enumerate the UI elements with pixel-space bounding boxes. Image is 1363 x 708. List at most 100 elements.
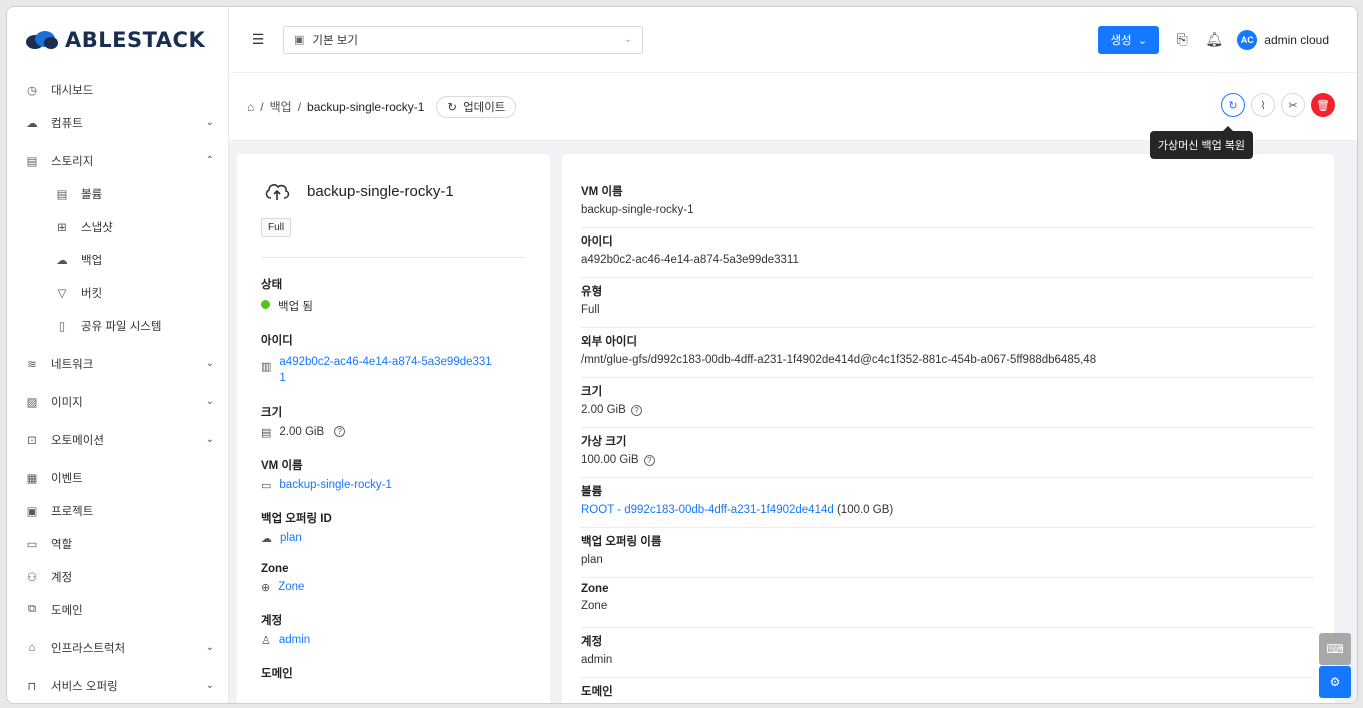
delete-button[interactable]: 🗑︎ — [1311, 93, 1335, 117]
paperclip-icon: ⌇ — [1260, 99, 1266, 112]
account-link[interactable]: admin — [279, 634, 310, 646]
chevron-down-icon: ⌄ — [1137, 34, 1148, 47]
sidebar-item-service-offering[interactable]: ⊓ 서비스 오퍼링 ⌄ — [7, 669, 228, 702]
logo[interactable]: ABLESTACK — [7, 7, 228, 73]
sidebar-item-snapshot[interactable]: ⊞ 스냅샷 — [7, 210, 228, 243]
team-icon: ⚇ — [26, 571, 38, 584]
id-field: 아이디 ▥ a492b0c2-ac46-4e14-a874-5a3e99de33… — [261, 335, 492, 386]
sidebar-item-image[interactable]: ▨ 이미지 ⌄ — [7, 385, 228, 418]
resource-summary-card: backup-single-rocky-1 Full 상태 백업 됨 아이디 ▥… — [237, 154, 550, 703]
dashboard-icon: ◷ — [26, 84, 38, 97]
home-icon[interactable]: ⌂ — [247, 100, 254, 114]
shopping-icon: ⊓ — [27, 680, 37, 693]
menu-fold-icon[interactable]: ☰ — [249, 31, 267, 49]
wifi-icon: ≋ — [27, 358, 37, 371]
sidebar-item-domain[interactable]: ⧉ 도메인 — [7, 593, 228, 626]
zone-field: Zone ⊕ Zone — [261, 563, 305, 594]
offering-link[interactable]: plan — [280, 532, 302, 544]
hdd-icon: ▤ — [261, 427, 272, 439]
sidebar-item-event[interactable]: ▦ 이벤트 — [7, 461, 228, 494]
restore-backup-button[interactable]: ↻ — [1221, 93, 1245, 117]
sidebar-item-volume[interactable]: ▤ 볼륨 — [7, 177, 228, 210]
avatar: AC — [1237, 29, 1258, 50]
id-value[interactable]: a492b0c2-ac46-4e14-a874-5a3e99de331 1 — [279, 354, 491, 386]
detail-row: 아이디 a492b0c2-ac46-4e14-a874-5a3e99de3311 — [581, 228, 1314, 278]
automation-icon: ⊡ — [27, 434, 37, 447]
chevron-down-icon: ⌄ — [205, 396, 214, 407]
sidebar-item-bucket[interactable]: ▽ 버킷 — [7, 276, 228, 309]
vm-link[interactable]: backup-single-rocky-1 — [279, 479, 392, 491]
user-menu[interactable]: AC admin cloud — [1237, 29, 1329, 50]
tooltip: 가상머신 백업 복원 — [1149, 126, 1253, 159]
scissor-button[interactable]: ✂ — [1281, 93, 1305, 117]
state-field: 상태 백업 됨 — [261, 279, 313, 313]
question-circle-icon[interactable]: ? — [630, 405, 642, 416]
chevron-down-icon: ⌄ — [205, 680, 214, 691]
global-icon: ⊕ — [261, 582, 271, 594]
detail-row: 외부 아이디/mnt/glue-gfs/d992c183-00db-4dff-a… — [581, 328, 1314, 378]
file-icon: ▯ — [58, 320, 66, 333]
size-field: 크기 ▤ 2.00 GiB? — [261, 404, 526, 439]
sidebar-item-account[interactable]: ⚇ 계정 — [7, 560, 228, 593]
sync-icon: ↻ — [1228, 99, 1238, 112]
domain-field: 도메인 — [261, 668, 293, 680]
sidebar-item-compute[interactable]: ☁ 컴퓨트 ⌄ — [7, 106, 228, 139]
user-icon: ♙ — [261, 635, 271, 647]
role-icon: ▭ — [26, 538, 38, 551]
settings-button[interactable]: ⚙ — [1319, 666, 1351, 698]
sidebar-menu: ◷ 대시보드 ☁ 컴퓨트 ⌄ ▤ 스토리지 ⌃ ▤ 볼륨 ⊞ 스냅샷 ☁ 백업 ▽ 버킷 ▯ 공유 … — [7, 73, 228, 702]
volume-link[interactable]: ROOT - d992c183-00db-4dff-a231-1f4902de4… — [581, 504, 834, 516]
detail-row: 볼륨 ROOT - d992c183-00db-4dff-a231-1f4902d… — [581, 478, 1314, 528]
detail-row: 도메인 — [581, 686, 613, 698]
detail-row: 가상 크기 100.00 GiB ? — [581, 428, 1314, 478]
sidebar-item-automation[interactable]: ⊡ 오토메이션 ⌄ — [7, 423, 228, 456]
chevron-down-icon: ⌄ — [205, 358, 214, 369]
question-circle-icon[interactable]: ? — [334, 426, 346, 437]
breadcrumb: ⌂ / 백업 / backup-single-rocky-1 ↻ 업데이트 — [247, 95, 517, 118]
backup-icon: ☁ — [56, 254, 68, 267]
type-tag: Full — [261, 218, 292, 237]
sidebar-item-infrastructure[interactable]: ⌂ 인프라스트럭처 ⌄ — [7, 631, 228, 664]
cloud-upload-icon: ☁ — [261, 533, 272, 545]
view-select[interactable]: ▣ 기본 보기 ⌄ — [283, 25, 643, 54]
bell-icon[interactable]: 🔔︎ — [1205, 31, 1223, 49]
gear-icon: ⚙ — [1329, 675, 1341, 689]
sidebar-item-file-system[interactable]: ▯ 공유 파일 시스템 — [7, 309, 228, 342]
translate-icon[interactable]: ⎘ — [1173, 31, 1191, 49]
keyboard-shortcut-button[interactable]: ⌨ — [1319, 633, 1351, 665]
project-icon: ▣ — [294, 34, 305, 46]
domain-icon: ⧉ — [27, 603, 37, 615]
vm-name-field: VM 이름 ▭ backup-single-rocky-1 — [261, 460, 392, 492]
attach-button[interactable]: ⌇ — [1251, 93, 1275, 117]
reload-icon: ↻ — [447, 101, 458, 114]
barcode-icon[interactable]: ▥ — [261, 360, 271, 373]
keyboard-icon: ⌨ — [1326, 642, 1344, 656]
chevron-down-icon: ⌄ — [205, 117, 214, 128]
chevron-down-icon: ⌄ — [205, 642, 214, 653]
chevron-up-icon: ⌃ — [205, 155, 214, 166]
detail-row: 백업 오퍼링 이름 plan — [581, 528, 1314, 578]
chevron-down-icon: ⌄ — [205, 434, 214, 445]
refresh-button[interactable]: ↻ 업데이트 — [436, 95, 517, 118]
snapshot-icon: ⊞ — [57, 221, 67, 234]
question-circle-icon[interactable]: ? — [643, 455, 655, 466]
calendar-icon: ▦ — [26, 472, 38, 485]
storage-icon: ▤ — [26, 155, 38, 168]
logo-text: ABLESTACK — [65, 28, 206, 52]
sidebar-item-project[interactable]: ▣ 프로젝트 — [7, 494, 228, 527]
sidebar-item-network[interactable]: ≋ 네트워크 ⌄ — [7, 347, 228, 380]
zone-link[interactable]: Zone — [278, 581, 304, 593]
trash-icon: 🗑︎ — [1316, 99, 1330, 112]
bucket-icon: ▽ — [57, 287, 67, 300]
breadcrumb-backup[interactable]: 백업 — [270, 98, 292, 115]
create-button[interactable]: 생성 ⌄ — [1098, 25, 1160, 54]
sidebar-item-dashboard[interactable]: ◷ 대시보드 — [7, 73, 228, 106]
chevron-down-icon: ⌄ — [623, 34, 632, 45]
bank-icon: ⌂ — [28, 641, 36, 654]
desktop-icon: ▭ — [261, 480, 272, 492]
action-buttons: ↻ ⌇ ✂ 🗑︎ — [1221, 93, 1335, 117]
detail-row: VM 이름 backup-single-rocky-1 — [581, 178, 1314, 228]
sidebar-item-storage[interactable]: ▤ 스토리지 ⌃ — [7, 144, 228, 177]
sidebar-item-backup[interactable]: ☁ 백업 — [7, 243, 228, 276]
sidebar-item-role[interactable]: ▭ 역할 — [7, 527, 228, 560]
